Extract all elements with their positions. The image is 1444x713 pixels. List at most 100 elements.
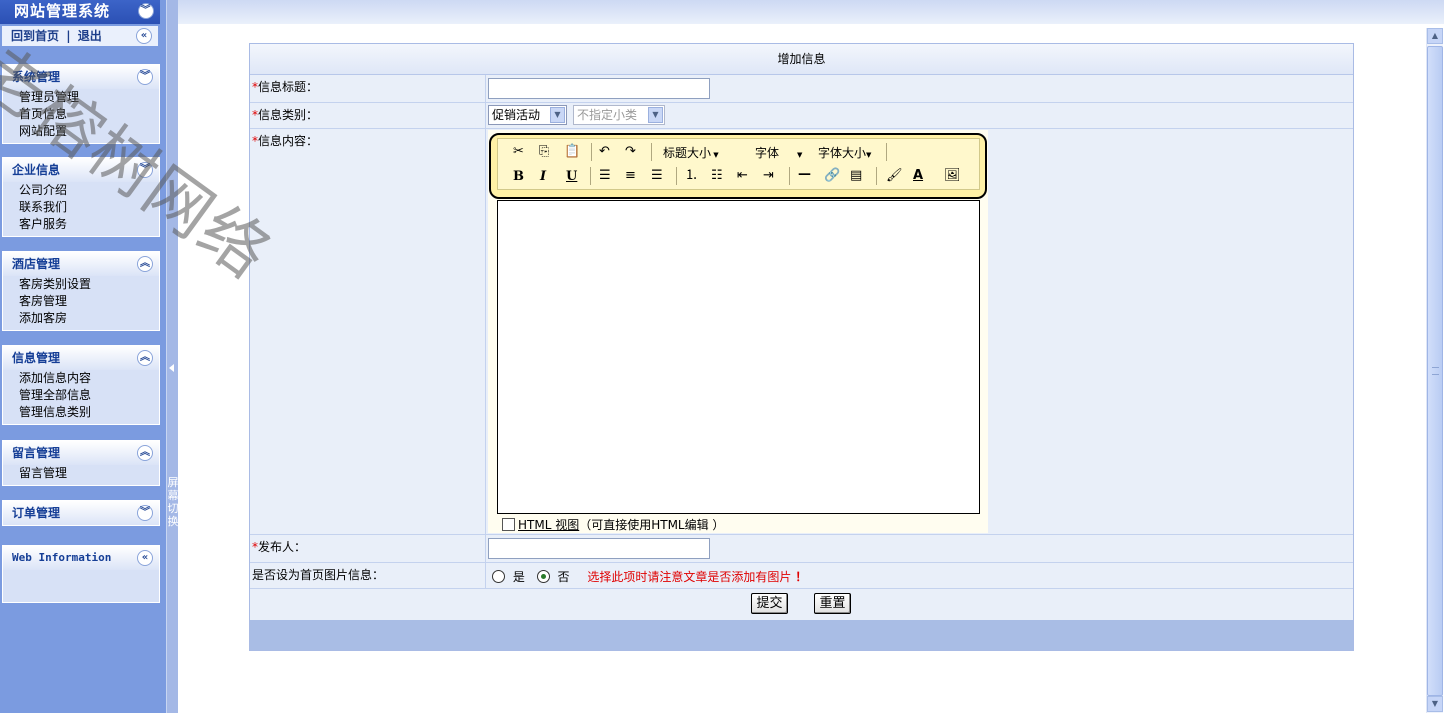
heading-size-label: 标题大小 <box>663 146 712 160</box>
align-center-icon[interactable]: ≡ <box>625 168 636 184</box>
home-link[interactable]: 回到首页 <box>11 29 59 43</box>
font-label: 字体 <box>755 146 780 160</box>
chevron-down-icon[interactable]: ︾ <box>137 162 153 178</box>
chevron-down-icon[interactable]: ▼ <box>550 107 565 123</box>
add-info-panel: 增加信息 *信息标题： *信息类别： 促销活动 ▼ 不指定小类 ▼ *信息内容： ✂… <box>249 43 1354 651</box>
indent-icon[interactable]: ⇥ <box>763 168 774 184</box>
highlight-color-icon[interactable]: 🖌 <box>886 168 903 184</box>
separator: | <box>66 29 71 43</box>
horizontal-rule-icon[interactable]: — <box>798 167 811 183</box>
paste-icon[interactable]: 📋 <box>564 144 580 160</box>
bold-icon[interactable]: B <box>513 169 524 185</box>
chevron-up-icon[interactable]: ︽ <box>137 445 153 461</box>
underline-icon[interactable]: U <box>566 169 577 185</box>
dropdown-arrow-icon: ▼ <box>797 151 803 159</box>
heading-size-dropdown[interactable]: 标题大小 ▼ <box>663 145 719 163</box>
content-label: *信息内容： <box>250 129 486 534</box>
logout-link[interactable]: 退出 <box>78 29 102 43</box>
scroll-down-icon[interactable]: ▼ <box>1427 696 1443 712</box>
font-color-icon[interactable]: A <box>913 168 923 184</box>
hyperlink-icon[interactable]: 🔗 <box>824 168 840 184</box>
font-size-label: 字体大小 <box>818 146 867 160</box>
chevron-down-icon[interactable]: ︾ <box>137 505 153 521</box>
html-view-checkbox[interactable] <box>502 518 515 531</box>
radio-no[interactable] <box>536 570 550 583</box>
menu-item-add-room[interactable]: 添加客房 <box>3 310 159 327</box>
sidebar-splitter[interactable]: 屏幕切换 <box>166 0 179 713</box>
menu-group-header[interactable]: 信息管理 ︽ <box>3 346 159 370</box>
chevron-up-icon[interactable]: ︽ <box>137 350 153 366</box>
toolbar-separator <box>591 143 592 161</box>
html-view-toggle[interactable]: HTML 视图（可直接使用HTML编辑 ） <box>502 518 724 532</box>
ordered-list-icon[interactable]: ⒈ <box>685 168 698 184</box>
menu-group-header[interactable]: 留言管理 ︽ <box>3 441 159 465</box>
align-left-icon[interactable]: ☰ <box>599 168 611 184</box>
menu-item-message-manage[interactable]: 留言管理 <box>3 465 159 482</box>
category-select[interactable]: 促销活动 ▼ <box>488 105 567 125</box>
editor-toolbar-inner: ✂ ⎘ 📋 ↶ ↷ 标题大小 ▼ 字体 ▼ 字体大小▼ B I U ☰ ≡ ☰ … <box>497 138 980 190</box>
redo-icon[interactable]: ↷ <box>625 144 636 160</box>
font-dropdown[interactable]: 字体 ▼ <box>755 145 802 163</box>
title-input[interactable] <box>488 78 710 99</box>
unordered-list-icon[interactable]: ☷ <box>711 168 723 184</box>
menu-group-web-information: Web Information « <box>2 545 160 603</box>
menu-item-customer-service[interactable]: 客户服务 <box>3 216 159 233</box>
editor-toolbar: ✂ ⎘ 📋 ↶ ↷ 标题大小 ▼ 字体 ▼ 字体大小▼ B I U ☰ ≡ ☰ … <box>489 133 987 199</box>
chevron-down-icon[interactable]: ︾ <box>137 69 153 85</box>
menu-item-add-info[interactable]: 添加信息内容 <box>3 370 159 387</box>
menu-item-manage-info[interactable]: 管理全部信息 <box>3 387 159 404</box>
html-view-link[interactable]: HTML 视图 <box>518 518 579 532</box>
toolbar-separator <box>590 167 591 185</box>
menu-item-company-intro[interactable]: 公司介绍 <box>3 182 159 199</box>
copy-icon[interactable]: ⎘ <box>539 144 549 160</box>
menu-item-room-manage[interactable]: 客房管理 <box>3 293 159 310</box>
chevron-up-icon[interactable]: ︽ <box>137 256 153 272</box>
menu-group-header[interactable]: 订单管理 ︾ <box>3 501 159 525</box>
menu-group-header[interactable]: 企业信息 ︾ <box>3 158 159 182</box>
menu-item-info-category[interactable]: 管理信息类别 <box>3 404 159 421</box>
insert-image-icon[interactable]: 🖼 <box>944 168 961 184</box>
homepage-image-row: 是否设为首页图片信息： 是 否 选择此项时请注意文章是否添加有图片 ！ <box>250 563 1353 589</box>
scrollbar-thumb[interactable] <box>1427 46 1443 696</box>
chevron-down-icon[interactable]: ▼ <box>648 107 663 123</box>
collapse-all-icon[interactable]: ︾ <box>138 3 154 19</box>
italic-icon[interactable]: I <box>540 169 546 185</box>
editor-content-area[interactable] <box>497 200 980 514</box>
menu-item-homepage-info[interactable]: 首页信息 <box>3 106 159 123</box>
title-label: *信息标题： <box>250 75 486 102</box>
font-size-dropdown[interactable]: 字体大小▼ <box>818 145 871 163</box>
image-warning-text: 选择此项时请注意文章是否添加有图片 <box>587 570 792 584</box>
radio-yes[interactable] <box>492 570 505 583</box>
cut-icon[interactable]: ✂ <box>513 144 524 160</box>
panel-footer <box>250 620 1353 650</box>
collapse-left-icon[interactable]: « <box>136 28 152 44</box>
category-row: *信息类别： 促销活动 ▼ 不指定小类 ▼ <box>250 103 1353 129</box>
submit-button[interactable]: 提交 <box>751 593 788 614</box>
menu-item-admin[interactable]: 管理员管理 <box>3 89 159 106</box>
align-right-icon[interactable]: ☰ <box>651 168 663 184</box>
publisher-input[interactable] <box>488 538 710 559</box>
menu-item-site-config[interactable]: 网站配置 <box>3 123 159 140</box>
collapse-left-icon[interactable]: « <box>137 550 153 566</box>
undo-icon[interactable]: ↶ <box>599 144 610 160</box>
screen-switch-label[interactable]: 屏幕切换 <box>167 476 179 528</box>
title-label-text: 信息标题： <box>258 80 319 94</box>
vertical-scrollbar[interactable]: ▲ ▼ <box>1426 28 1443 713</box>
menu-item-contact[interactable]: 联系我们 <box>3 199 159 216</box>
table-icon[interactable]: ▤ <box>850 168 862 184</box>
menu-group-title: Web Information <box>12 551 112 564</box>
menu-group-header[interactable]: 酒店管理 ︽ <box>3 252 159 276</box>
subcategory-select-value: 不指定小类 <box>577 108 638 122</box>
arrow-left-icon[interactable] <box>169 364 174 372</box>
menu-group-title: 信息管理 <box>12 351 61 365</box>
subcategory-select[interactable]: 不指定小类 ▼ <box>573 105 665 125</box>
publisher-row: *发布人： <box>250 535 1353 563</box>
radio-no-label: 否 <box>557 570 570 584</box>
menu-item-room-category[interactable]: 客房类别设置 <box>3 276 159 293</box>
reset-button[interactable]: 重置 <box>814 593 851 614</box>
menu-group-header[interactable]: 系统管理 ︾ <box>3 65 159 89</box>
scroll-up-icon[interactable]: ▲ <box>1427 28 1443 44</box>
outdent-icon[interactable]: ⇤ <box>737 168 748 184</box>
toolbar-separator <box>651 143 652 161</box>
menu-group-header[interactable]: Web Information « <box>3 546 159 570</box>
